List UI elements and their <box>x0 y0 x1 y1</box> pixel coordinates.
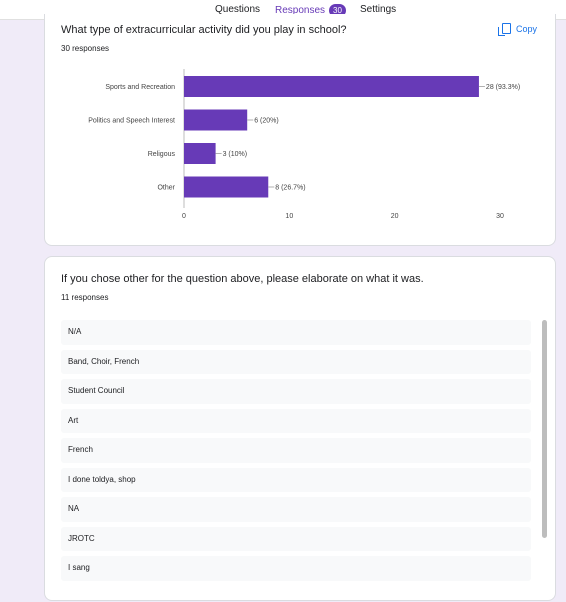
data-label: 28 (93.3%) <box>486 84 520 91</box>
answer-item: NA <box>61 497 531 522</box>
bar <box>184 143 216 164</box>
question-card-other: If you chose other for the question abov… <box>44 256 556 601</box>
answer-item: Art <box>61 408 531 433</box>
x-tick-label: 10 <box>285 213 293 220</box>
answer-item: JROTC <box>61 526 531 551</box>
category-label: Religous <box>148 151 176 158</box>
bar <box>184 109 248 131</box>
answer-item: I done toldya, shop <box>61 467 531 492</box>
answer-item: Student Council <box>61 379 531 404</box>
question-title: If you chose other for the question abov… <box>61 273 424 285</box>
category-label: Politics and Speech Interest <box>88 118 175 125</box>
bar <box>184 76 479 97</box>
bar-chart: 0 10 20 30 Sports and Recreation 28 (93.3%) Po… <box>88 69 520 220</box>
x-tick-label: 0 <box>182 213 186 220</box>
bar <box>184 176 269 198</box>
answer-item: I sang <box>61 556 531 581</box>
answers-list[interactable]: N/A Band, Choir, French Student Council Art… <box>61 320 531 602</box>
data-label: 8 (26.7%) <box>275 185 305 192</box>
answer-item: Band, Choir, French <box>61 349 531 374</box>
response-count: 11 responses <box>61 293 109 302</box>
data-label: 3 (10%) <box>223 151 248 158</box>
answer-item: French <box>61 438 531 463</box>
x-tick-label: 30 <box>496 213 504 220</box>
data-label: 6 (20%) <box>254 118 279 125</box>
x-tick-label: 20 <box>391 213 399 220</box>
category-label: Other <box>157 185 175 192</box>
category-label: Sports and Recreation <box>105 84 175 91</box>
question-card-activity: What type of extracurricular activity di… <box>44 14 556 246</box>
answer-item: N/A <box>61 320 531 345</box>
answers-scrollbar[interactable] <box>542 320 547 538</box>
